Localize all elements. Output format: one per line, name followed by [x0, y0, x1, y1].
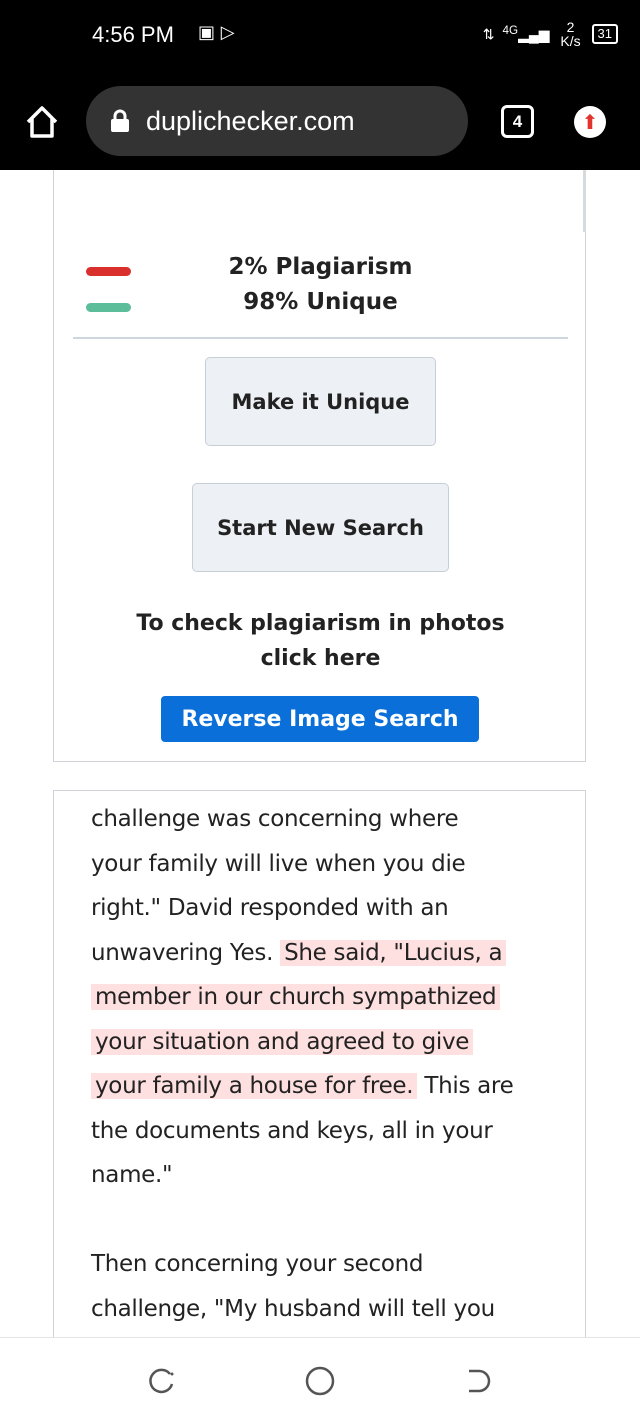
recent-apps-icon[interactable] — [146, 1366, 176, 1396]
text-segment: name." — [91, 1162, 173, 1188]
browser-toolbar: duplichecker.com 4 ⬆ — [0, 72, 640, 170]
data-arrows-icon: ⇅ — [482, 25, 495, 42]
text-line: your family a house for free. This are — [91, 1064, 514, 1109]
url-text: duplichecker.com — [146, 105, 355, 136]
clock: 4:56 PM — [92, 22, 174, 47]
text-segment: the documents and keys, all in your — [91, 1117, 493, 1144]
text-line: challenge was concerning where — [91, 797, 513, 842]
plagiarized-text: member in our church sympathized — [91, 984, 501, 1010]
text-line: challenge, "My husband will tell you — [91, 1287, 513, 1332]
click-here-link[interactable]: click here — [54, 641, 587, 676]
text-segment: your family will live when you die — [91, 850, 466, 877]
result-card: 2% Plagiarism 98% Unique Make it Unique … — [53, 170, 586, 762]
text-line — [91, 1198, 513, 1243]
notification-icons: ▣ ▷ — [198, 22, 235, 43]
checked-text-panel: challenge was concerning where your famil… — [53, 790, 586, 1350]
photo-check-prompt: To check plagiarism in photos click here — [54, 606, 587, 676]
text-segment: Then concerning your second — [91, 1251, 424, 1277]
text-line: Then concerning your second — [91, 1242, 513, 1287]
text-segment: unwavering Yes. — [91, 939, 281, 966]
network-speed: 2 K/s — [560, 19, 581, 49]
reverse-image-search-button[interactable]: Reverse Image Search — [161, 696, 479, 742]
back-icon[interactable] — [463, 1366, 493, 1396]
text-segment: challenge was concerning where — [91, 806, 459, 832]
checked-text: challenge was concerning where your famil… — [91, 797, 514, 1332]
lock-icon — [111, 109, 129, 132]
start-new-search-button[interactable]: Start New Search — [192, 483, 449, 572]
text-line: the documents and keys, all in your — [91, 1109, 513, 1154]
signal-icon: 4G▂▄▆ — [502, 24, 550, 43]
text-segment: challenge, "My husband will tell you — [91, 1295, 495, 1322]
prompt-line: To check plagiarism in photos — [136, 611, 505, 636]
tab-switcher-button[interactable]: 4 — [501, 105, 534, 138]
scrollbar[interactable] — [583, 170, 586, 232]
plagiarism-percent: 2% Plagiarism — [228, 254, 413, 280]
system-icons: ⇅ 4G▂▄▆ 2 K/s 31 — [483, 20, 618, 48]
plagiarized-text: your family a house for free. — [91, 1073, 418, 1099]
battery-icon: 31 — [591, 24, 618, 44]
plagiarized-text: She said, "Lucius, a — [280, 939, 507, 966]
plagiarized-text: your situation and agreed to give — [91, 1028, 474, 1055]
text-line: name." — [91, 1153, 513, 1198]
text-line: member in our church sympathized — [91, 975, 513, 1020]
navigation-bar — [0, 1337, 640, 1422]
unique-percent: 98% Unique — [243, 289, 398, 315]
status-bar: 4:56 PM ▣ ▷ ⇅ 4G▂▄▆ 2 K/s 31 — [0, 0, 640, 72]
text-line: right." David responded with an — [91, 886, 513, 931]
update-arrow-icon[interactable]: ⬆ — [574, 106, 606, 138]
text-line: your family will live when you die — [91, 842, 513, 887]
divider — [73, 337, 568, 339]
text-segment: This are — [417, 1073, 514, 1099]
text-line: unwavering Yes. She said, "Lucius, a — [91, 931, 513, 976]
home-icon[interactable] — [24, 104, 60, 140]
make-unique-button[interactable]: Make it Unique — [205, 357, 436, 446]
text-segment: right." David responded with an — [91, 895, 449, 921]
text-line: your situation and agreed to give — [91, 1020, 513, 1065]
home-nav-icon[interactable] — [305, 1366, 335, 1396]
address-bar[interactable]: duplichecker.com — [86, 86, 468, 156]
